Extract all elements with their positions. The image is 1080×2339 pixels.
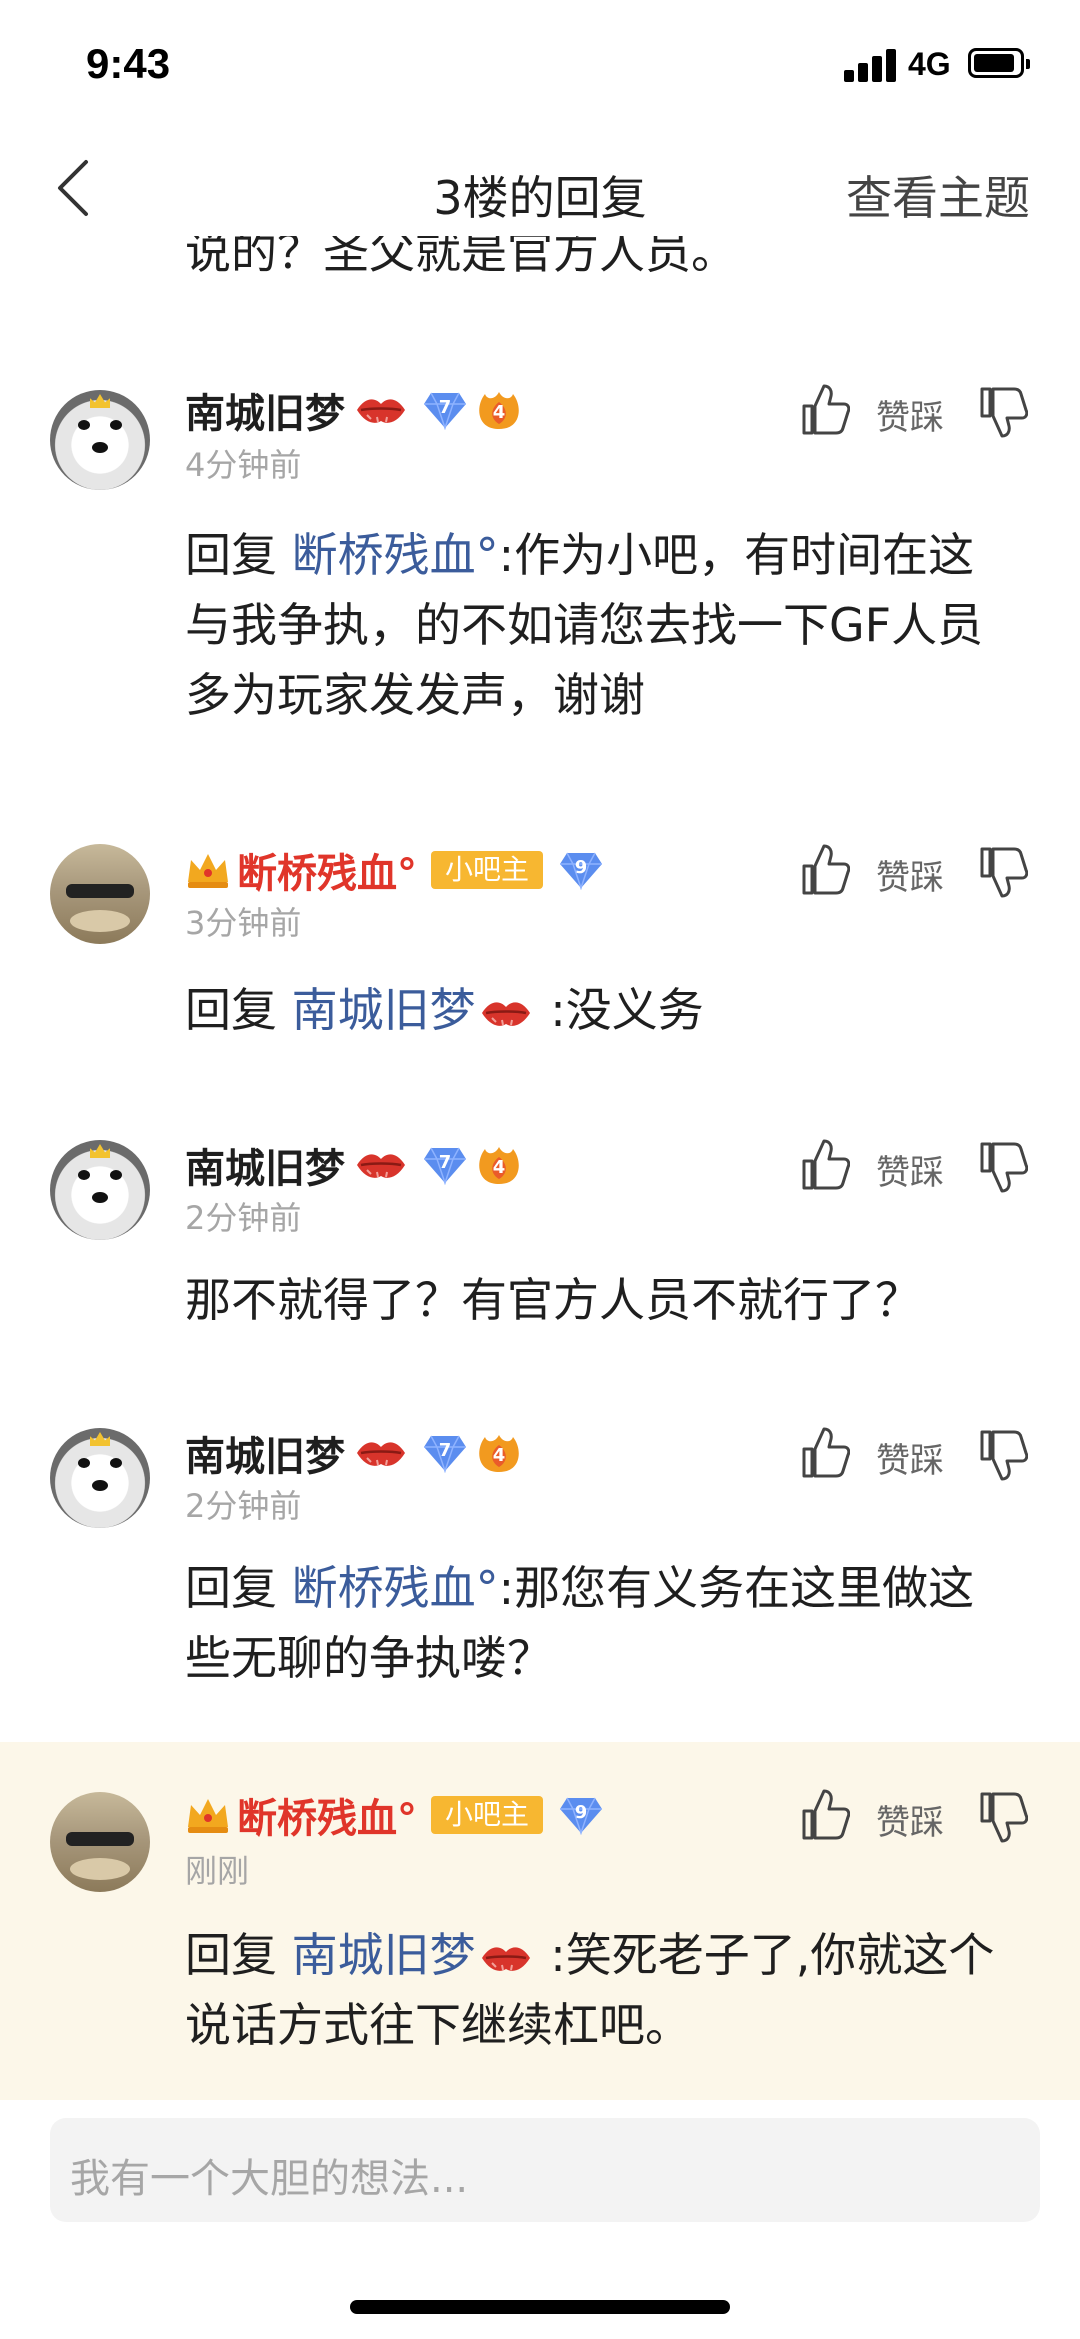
mention-link[interactable]: 断桥残血° (292, 528, 499, 582)
reply-time: 4分钟前 (185, 446, 302, 484)
reply-item: 断桥残血° 小吧主 9 3分钟前 赞踩 回复 南城旧梦 :没义务 (0, 820, 1080, 1080)
gem-level-icon: 7 (423, 390, 467, 430)
thumbs-down-icon[interactable] (978, 1429, 1028, 1483)
reply-input-bar: 我有一个大胆的想法... (0, 2100, 1080, 2339)
lips-icon (355, 393, 407, 427)
reply-prefix: 回复 (185, 1561, 292, 1615)
reply-item: 南城旧梦 7 4 4分钟前 赞踩 回复 断桥残血°:作为小吧，有时间在这与我争执… (0, 360, 1080, 780)
lips-icon (355, 1148, 407, 1182)
username[interactable]: 断桥残血° (237, 1786, 417, 1844)
reply-prefix: 回复 (185, 1928, 292, 1982)
vote-label: 赞踩 (876, 398, 944, 438)
lips-icon (355, 1436, 407, 1470)
gem-level: 7 (438, 1152, 452, 1173)
reply-item: 南城旧梦 7 4 2分钟前 赞踩 回复 断桥残血°:那您有义务在这里做这些无聊的… (0, 1403, 1080, 1743)
gem-level: 9 (574, 857, 588, 878)
vote-actions: 赞踩 (800, 1137, 1040, 1197)
avatar[interactable] (50, 1792, 150, 1892)
vote-actions: 赞踩 (800, 1787, 1040, 1847)
flame-level: 4 (492, 1157, 506, 1178)
thumbs-up-icon[interactable] (800, 1425, 850, 1479)
nav-bar: 3楼的回复 查看主题 (0, 120, 1080, 260)
vote-actions: 赞踩 (800, 382, 1040, 442)
flame-level-icon: 4 (477, 1145, 521, 1185)
thumbs-up-icon[interactable] (800, 1137, 850, 1191)
lips-icon (480, 996, 532, 1030)
vote-label: 赞踩 (876, 1441, 944, 1481)
gem-level-icon: 9 (559, 1795, 603, 1835)
status-time: 9:43 (86, 40, 171, 87)
reply-content: 回复 断桥残血°:作为小吧，有时间在这与我争执，的不如请您去找一下GF人员多为玩… (185, 520, 1015, 730)
signal-icon (844, 48, 900, 82)
gem-level: 9 (574, 1802, 588, 1823)
thumbs-up-icon[interactable] (800, 842, 850, 896)
vote-label: 赞踩 (876, 858, 944, 898)
battery-icon (968, 48, 1030, 78)
vote-label: 赞踩 (876, 1803, 944, 1843)
reply-prefix: 回复 (185, 983, 292, 1037)
gem-level-icon: 9 (559, 850, 603, 890)
network-type: 4G (908, 46, 951, 82)
reply-input-placeholder: 我有一个大胆的想法... (70, 2156, 469, 2202)
reply-time: 3分钟前 (185, 904, 302, 942)
owner-badge: 小吧主 (431, 1796, 544, 1834)
avatar[interactable] (50, 1140, 150, 1240)
reply-text: :没义务 (535, 983, 704, 1037)
view-topic-button[interactable]: 查看主题 (846, 162, 1030, 228)
reply-time: 2分钟前 (185, 1199, 302, 1237)
gem-level-icon: 7 (423, 1145, 467, 1185)
thumbs-up-icon[interactable] (800, 382, 850, 436)
avatar[interactable] (50, 1428, 150, 1528)
reply-input[interactable]: 我有一个大胆的想法... (50, 2118, 1040, 2222)
avatar[interactable] (50, 844, 150, 944)
status-bar: 9:43 4G (0, 0, 1080, 120)
user-row: 南城旧梦 7 4 (185, 1425, 521, 1481)
thumbs-down-icon[interactable] (978, 1141, 1028, 1195)
reply-item: 南城旧梦 7 4 2分钟前 赞踩 那不就得了？有官方人员不就行了？ (0, 1115, 1080, 1375)
reply-content: 回复 南城旧梦 :笑死老子了,你就这个说话方式往下继续杠吧。 (185, 1920, 1015, 2060)
lips-icon (480, 1941, 532, 1975)
gem-level: 7 (438, 1440, 452, 1461)
reply-content: 那不就得了？有官方人员不就行了？ (185, 1265, 1015, 1335)
flame-level-icon: 4 (477, 390, 521, 430)
thumbs-up-icon[interactable] (800, 1787, 850, 1841)
user-row: 断桥残血° 小吧主 9 (185, 842, 603, 898)
thumbs-down-icon[interactable] (978, 1791, 1028, 1845)
reply-text: 那不就得了？有官方人员不就行了？ (185, 1273, 921, 1327)
thumbs-down-icon[interactable] (978, 846, 1028, 900)
vote-actions: 赞踩 (800, 1425, 1040, 1485)
reply-content: 回复 南城旧梦 :没义务 (185, 975, 1015, 1045)
gem-level-icon: 7 (423, 1433, 467, 1473)
thumbs-down-icon[interactable] (978, 386, 1028, 440)
mention-link[interactable]: 南城旧梦 (292, 1928, 476, 1982)
avatar[interactable] (50, 390, 150, 490)
reply-time: 2分钟前 (185, 1487, 302, 1525)
username[interactable]: 南城旧梦 (185, 1136, 345, 1194)
flame-level-icon: 4 (477, 1433, 521, 1473)
flame-level: 4 (492, 1445, 506, 1466)
gem-level: 7 (438, 397, 452, 418)
vote-label: 赞踩 (876, 1153, 944, 1193)
username[interactable]: 南城旧梦 (185, 381, 345, 439)
mention-link[interactable]: 南城旧梦 (292, 983, 476, 1037)
vote-actions: 赞踩 (800, 842, 1040, 902)
user-row: 南城旧梦 7 4 (185, 382, 521, 438)
reply-content: 回复 断桥残血°:那您有义务在这里做这些无聊的争执喽？ (185, 1553, 1015, 1693)
username[interactable]: 南城旧梦 (185, 1424, 345, 1482)
username[interactable]: 断桥残血° (237, 841, 417, 899)
user-row: 南城旧梦 7 4 (185, 1137, 521, 1193)
reply-prefix: 回复 (185, 528, 292, 582)
mention-link[interactable]: 断桥残血° (292, 1561, 499, 1615)
crown-icon (185, 1795, 231, 1835)
reply-time: 刚刚 (185, 1852, 250, 1890)
user-row: 断桥残血° 小吧主 9 (185, 1787, 603, 1843)
flame-level: 4 (492, 402, 506, 423)
crown-icon (185, 850, 231, 890)
owner-badge: 小吧主 (431, 851, 544, 889)
home-indicator[interactable] (350, 2300, 730, 2314)
reply-item-highlighted: 断桥残血° 小吧主 9 刚刚 赞踩 回复 南城旧梦 :笑死老子了,你就这个说话方… (0, 1742, 1080, 2102)
